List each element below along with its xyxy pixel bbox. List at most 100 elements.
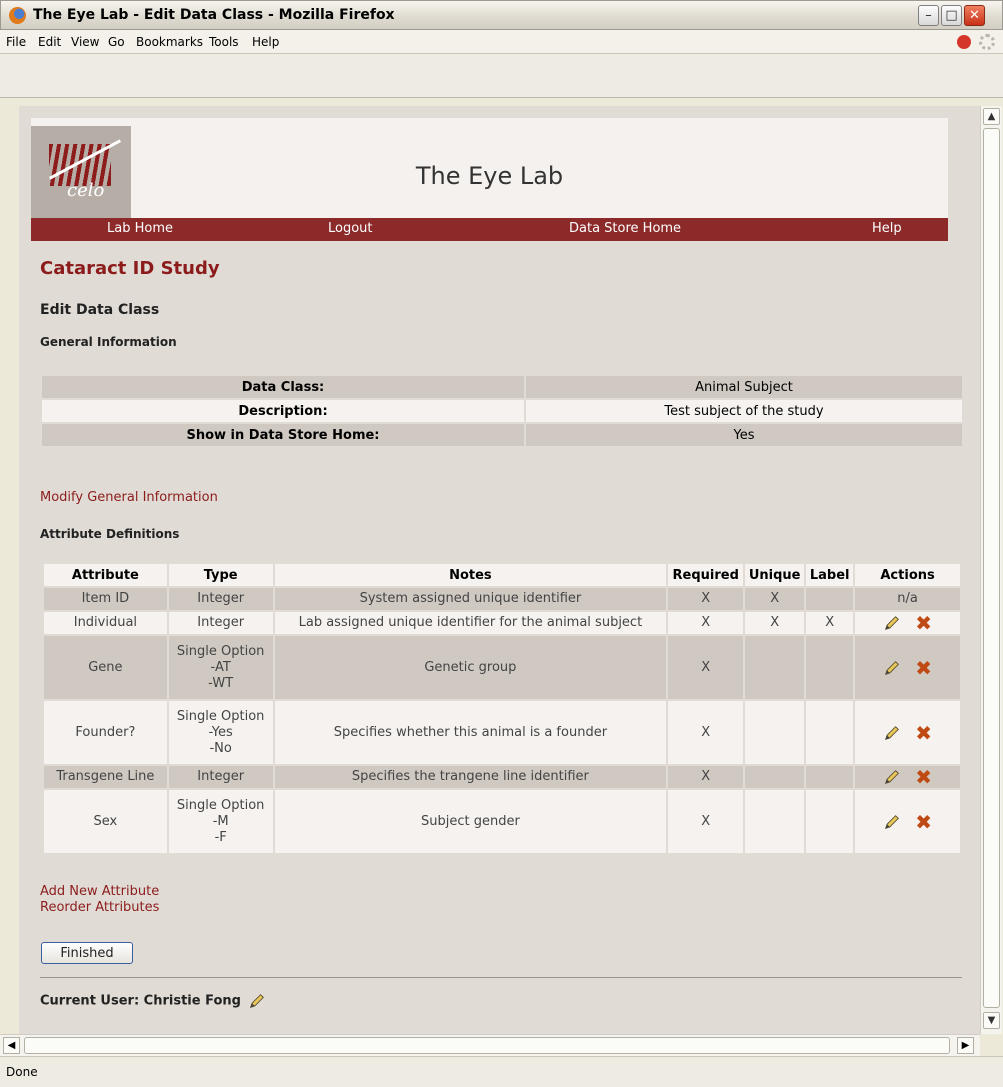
scroll-right-icon[interactable]: ▶ [957,1037,974,1054]
scroll-up-icon[interactable]: ▲ [983,108,1000,125]
site-nav-bar: Lab Home Logout Data Store Home Help [31,218,948,241]
attribute-name: Individual [42,610,169,636]
attribute-unique: X [743,610,807,636]
attribute-required: X [666,788,746,855]
col-label: Label [804,562,856,588]
table-row: Show in Data Store Home: Yes [42,424,962,446]
finished-button[interactable]: Finished [41,942,133,964]
type-option: Integer [197,769,245,784]
table-row: Description: Test subject of the study [42,400,962,422]
attribute-unique: X [743,586,807,612]
general-info-table: Data Class: Animal Subject Description: … [42,374,962,448]
attribute-label: X [804,610,856,636]
window-titlebar: The Eye Lab - Edit Data Class - Mozilla … [0,0,1003,30]
nav-data-store-home[interactable]: Data Store Home [569,221,681,236]
horizontal-scrollbar[interactable]: ◀ ▶ [0,1034,980,1056]
nav-help[interactable]: Help [872,221,902,236]
attribute-name: Founder? [42,699,169,766]
modify-general-info-link[interactable]: Modify General Information [40,490,218,505]
info-label: Data Class: [42,376,526,398]
pencil-icon[interactable] [883,614,901,632]
hscroll-thumb[interactable] [24,1037,950,1054]
attribute-name: Item ID [42,586,169,612]
pencil-icon[interactable] [883,768,901,786]
attribute-label [804,764,856,790]
firefox-icon [9,7,26,24]
attribute-notes: System assigned unique identifier [272,586,669,612]
attribute-notes: Lab assigned unique identifier for the a… [272,610,669,636]
attribute-label [804,586,856,612]
pencil-icon[interactable] [883,659,901,677]
attribute-actions: ✖ [853,764,962,790]
attribute-definitions-heading: Attribute Definitions [40,527,180,541]
attribute-unique [743,788,807,855]
attribute-label [804,788,856,855]
pencil-icon[interactable] [883,724,901,742]
current-user: Current User: Christie Fong [40,992,266,1010]
minimize-button[interactable]: – [918,5,939,26]
attributes-table: Attribute Type Notes Required Unique Lab… [42,562,962,855]
type-option: -Yes [208,724,233,740]
col-type: Type [166,562,275,588]
vertical-scrollbar[interactable]: ▲ ▼ [980,106,1002,1034]
attribute-row: Sex Single Option -M -F Subject gender X ✖ [42,788,962,855]
delete-x-icon[interactable]: ✖ [915,658,932,678]
table-header-row: Attribute Type Notes Required Unique Lab… [42,562,962,588]
attribute-type: Integer [166,586,275,612]
menu-edit[interactable]: Edit [38,35,61,49]
info-value: Animal Subject [526,376,962,398]
general-info-heading: General Information [40,335,177,349]
scroll-left-icon[interactable]: ◀ [3,1037,20,1054]
menu-file[interactable]: File [6,35,26,49]
attribute-actions: n/a [853,586,962,612]
col-notes: Notes [272,562,669,588]
menu-bookmarks[interactable]: Bookmarks [136,35,203,49]
delete-x-icon[interactable]: ✖ [915,613,932,633]
menu-bar: File Edit View Go Bookmarks Tools Help [0,30,1003,54]
attribute-actions: ✖ [853,634,962,701]
col-unique: Unique [743,562,807,588]
nav-logout[interactable]: Logout [328,221,373,236]
divider [40,977,962,978]
type-option: -AT [210,659,231,675]
type-option: -M [212,813,229,829]
menu-help[interactable]: Help [252,35,279,49]
attribute-row: Transgene Line Integer Specifies the trang… [42,764,962,790]
menu-go[interactable]: Go [108,35,125,49]
scroll-thumb[interactable] [983,128,1000,1008]
maximize-button[interactable]: □ [941,5,962,26]
attribute-actions: ✖ [853,699,962,766]
attribute-label [804,699,856,766]
type-option: Integer [197,591,245,606]
delete-x-icon[interactable]: ✖ [915,812,932,832]
menu-tools[interactable]: Tools [209,35,239,49]
attribute-notes: Genetic group [272,634,669,701]
attribute-type: Single Option -AT -WT [166,634,275,701]
pencil-icon[interactable] [883,813,901,831]
delete-x-icon[interactable]: ✖ [915,767,932,787]
attribute-required: X [666,699,746,766]
status-bar: Done [0,1056,1003,1087]
scroll-down-icon[interactable]: ▼ [983,1012,1000,1029]
table-row: Data Class: Animal Subject [42,376,962,398]
attribute-actions: ✖ [853,788,962,855]
nav-lab-home[interactable]: Lab Home [107,221,173,236]
close-button[interactable]: ✕ [964,5,985,26]
throbber-icon [979,34,995,50]
page-heading: Edit Data Class [40,302,160,318]
menu-view[interactable]: View [71,35,99,49]
stop-icon[interactable] [957,35,971,49]
header-banner: celo The Eye Lab [31,118,948,232]
attribute-notes: Specifies the trangene line identifier [272,764,669,790]
edit-user-pencil-icon[interactable] [248,992,266,1010]
type-option: Single Option [176,797,265,813]
lab-title: The Eye Lab [415,162,564,190]
attribute-notes: Specifies whether this animal is a found… [272,699,669,766]
attribute-type: Integer [166,764,275,790]
reorder-attributes-link[interactable]: Reorder Attributes [40,900,159,915]
page-viewport: celo The Eye Lab Lab Home Logout Data St… [19,106,980,1034]
attribute-row: Founder? Single Option -Yes -No Specifies wh… [42,699,962,766]
add-new-attribute-link[interactable]: Add New Attribute [40,884,159,899]
status-text: Done [6,1065,38,1079]
delete-x-icon[interactable]: ✖ [915,723,932,743]
